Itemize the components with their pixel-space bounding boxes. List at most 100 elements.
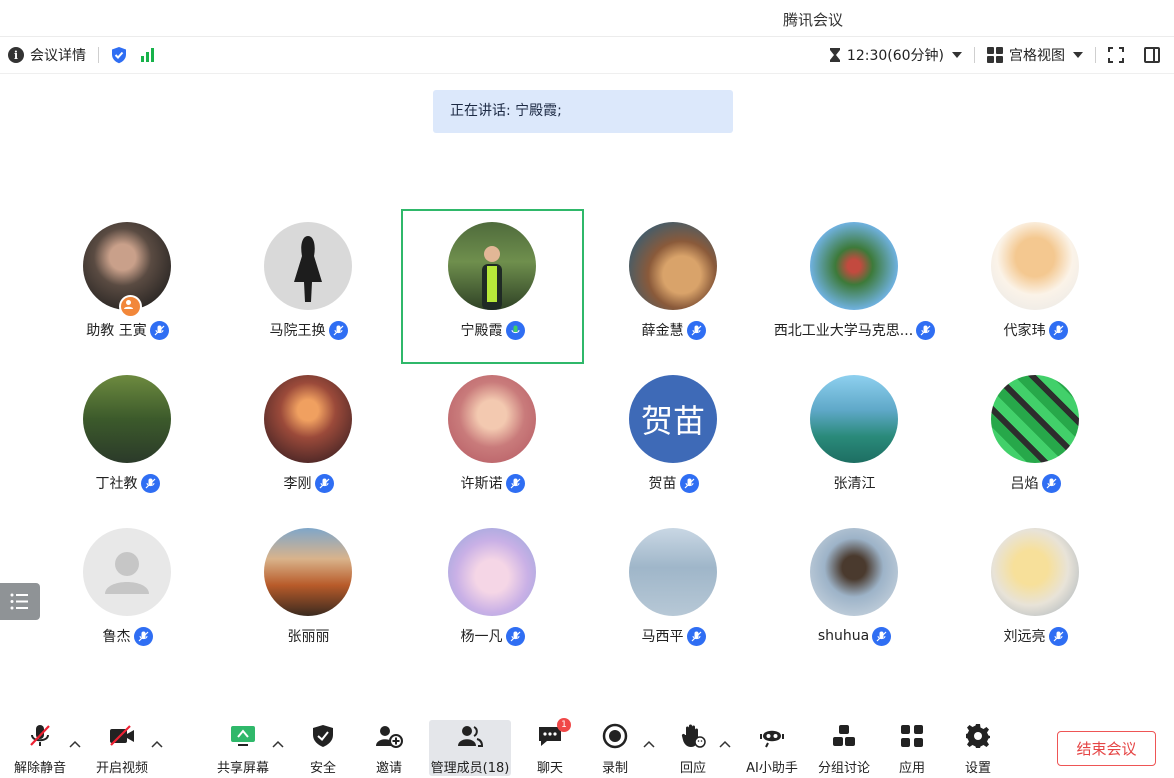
mic-icon[interactable] (686, 320, 706, 340)
participant-tile[interactable]: 张清江 (764, 363, 945, 516)
chevron-down-icon[interactable] (1073, 52, 1083, 58)
participant-tile[interactable]: 许斯诺 (402, 363, 583, 516)
avatar-text: 贺苗 (629, 375, 717, 463)
participant-name: shuhua (764, 626, 945, 646)
mic-muted-icon (30, 724, 50, 746)
participant-tile-active-speaker[interactable]: 宁殿霞 (401, 209, 584, 364)
speaking-indicator: 正在讲话: 宁殿霞; (433, 90, 733, 133)
mic-icon[interactable] (140, 473, 160, 493)
chat-unread-badge: 1 (557, 718, 571, 732)
mic-icon[interactable] (872, 626, 892, 646)
participant-tile[interactable]: 代家玮 (945, 210, 1126, 363)
participant-name: 西北工业大学马克思... (764, 320, 945, 340)
participant-tile[interactable]: 李刚 (218, 363, 399, 516)
start-video-button[interactable]: 开启视频 (92, 720, 152, 776)
participant-name: 马院王换 (218, 320, 399, 340)
network-signal-icon[interactable] (141, 48, 154, 62)
sidebar-toggle-icon[interactable] (1144, 47, 1160, 63)
raise-hand-icon (681, 724, 706, 748)
participant-name: 许斯诺 (402, 473, 583, 493)
end-meeting-button[interactable]: 结束会议 (1057, 731, 1156, 766)
shield-icon[interactable] (111, 46, 127, 64)
participant-tile[interactable]: shuhua (764, 516, 945, 669)
avatar (83, 528, 171, 616)
participant-tile[interactable]: 西北工业大学马克思... (764, 210, 945, 363)
manage-members-button[interactable]: 管理成员(18) (429, 720, 511, 776)
mic-speaking-icon[interactable] (505, 320, 525, 340)
participant-tile[interactable]: 贺苗 贺苗 (583, 363, 764, 516)
share-screen-button[interactable]: 共享屏幕 (212, 720, 274, 776)
mic-icon[interactable] (1048, 320, 1068, 340)
mic-icon[interactable] (1041, 473, 1061, 493)
breakout-rooms-button[interactable]: 分组讨论 (813, 720, 875, 776)
chevron-up-icon[interactable] (69, 740, 81, 748)
mic-icon[interactable] (1048, 626, 1068, 646)
mic-icon[interactable] (505, 626, 525, 646)
security-button[interactable]: 安全 (298, 720, 348, 776)
members-icon (458, 725, 484, 747)
chevron-up-icon[interactable] (719, 740, 731, 748)
mic-icon[interactable] (133, 626, 153, 646)
avatar (991, 528, 1079, 616)
grid-view-icon[interactable] (987, 47, 1003, 63)
participant-tile[interactable]: 马院王换 (218, 210, 399, 363)
mic-icon[interactable] (505, 473, 525, 493)
avatar (810, 528, 898, 616)
avatar (629, 222, 717, 310)
meeting-timer[interactable]: 12:30(60分钟) (847, 45, 944, 65)
meeting-info-link[interactable]: 会议详情 (30, 45, 86, 65)
avatar (264, 222, 352, 310)
avatar (810, 375, 898, 463)
record-button[interactable]: 录制 (592, 720, 638, 776)
view-mode-select[interactable]: 宫格视图 (1009, 45, 1065, 65)
participant-tile[interactable]: 薛金慧 (583, 210, 764, 363)
side-list-button[interactable] (0, 583, 40, 620)
window-title: 腾讯会议 (782, 11, 843, 29)
participant-tile[interactable]: 张丽丽 (218, 516, 399, 669)
participant-tile[interactable]: 吕焰 (945, 363, 1126, 516)
chevron-up-icon[interactable] (272, 740, 284, 748)
chat-button[interactable]: 1 聊天 (527, 718, 573, 776)
apps-button[interactable]: 应用 (889, 720, 935, 776)
participant-name: 张清江 (833, 476, 876, 492)
participant-name: 吕焰 (945, 473, 1126, 493)
react-button[interactable]: 回应 (670, 720, 716, 776)
record-icon (602, 723, 628, 748)
avatar (448, 375, 536, 463)
mic-icon[interactable] (314, 473, 334, 493)
chevron-up-icon[interactable] (151, 740, 163, 748)
mic-icon[interactable] (916, 320, 936, 340)
apps-grid-icon (901, 724, 923, 747)
settings-button[interactable]: 设置 (955, 720, 1001, 776)
mic-icon[interactable] (679, 473, 699, 493)
unmute-button[interactable]: 解除静音 (10, 720, 70, 776)
info-icon[interactable]: i (8, 47, 24, 63)
mic-icon[interactable] (149, 320, 169, 340)
participant-name: 宁殿霞 (402, 320, 583, 340)
avatar (264, 375, 352, 463)
mic-icon[interactable] (328, 320, 348, 340)
invite-button[interactable]: 邀请 (364, 720, 414, 776)
fullscreen-icon[interactable] (1108, 47, 1124, 63)
participant-tile[interactable]: 杨一凡 (402, 516, 583, 669)
participant-tile[interactable]: 助教 王寅 (37, 210, 218, 363)
chevron-up-icon[interactable] (643, 740, 655, 748)
participant-tile[interactable]: 马西平 (583, 516, 764, 669)
avatar (448, 528, 536, 616)
participant-tile[interactable]: 鲁杰 (37, 516, 218, 669)
avatar (448, 222, 536, 310)
share-screen-icon (231, 725, 255, 746)
ai-assistant-icon (760, 730, 784, 747)
avatar (264, 528, 352, 616)
chevron-down-icon[interactable] (952, 52, 962, 58)
avatar (991, 222, 1079, 310)
participant-name: 杨一凡 (402, 626, 583, 646)
hourglass-icon (829, 48, 840, 62)
mic-icon[interactable] (686, 626, 706, 646)
participant-tile[interactable]: 刘远亮 (945, 516, 1126, 669)
ai-assistant-button[interactable]: AI小助手 (741, 720, 803, 776)
list-icon (10, 593, 28, 610)
participant-tile[interactable]: 丁社教 (37, 363, 218, 516)
participant-name: 薛金慧 (583, 320, 764, 340)
divider (974, 47, 975, 63)
